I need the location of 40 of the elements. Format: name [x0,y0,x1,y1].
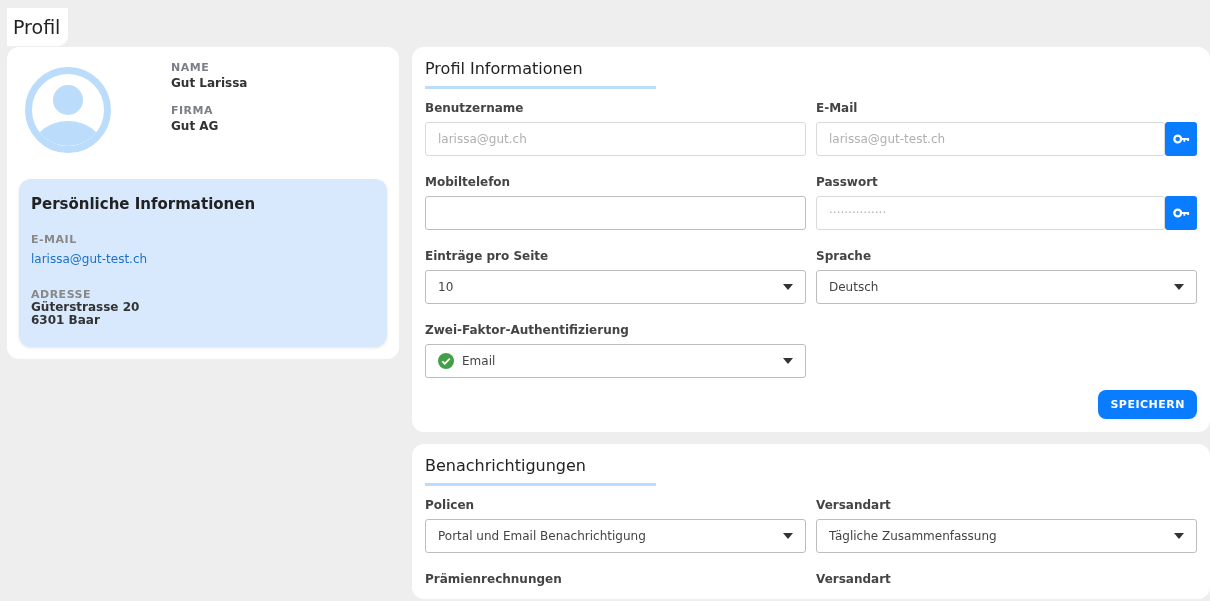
address-line: 6301 Baar [31,314,101,327]
page-title: Profil [13,16,61,38]
field-label: Versandart [816,572,892,586]
caret-icon [1174,284,1184,290]
select-field[interactable]: 10 [425,270,806,304]
avatar-icon [25,67,111,153]
select-field[interactable]: Deutsch [816,270,1197,304]
field-label: Versandart [816,498,892,512]
section-title: Benachrichtigungen [425,456,656,486]
select-field[interactable]: Portal und Email Benachrichtigung [425,519,806,553]
section-title: Profil Informationen [425,59,656,89]
field-label: Passwort [816,175,879,189]
name-label: NAME [171,61,211,74]
field-label: Mobiltelefon [425,175,512,189]
company-label: FIRMA [171,104,215,117]
field-label: Policen [425,498,476,512]
check-icon [438,353,454,369]
address-label: ADRESSE [31,288,92,301]
address-line: Güterstrasse 20 [31,301,141,314]
key-icon [1172,208,1190,218]
caret-icon [783,358,793,364]
field-label: E-Mail [816,101,859,115]
caret-icon [783,533,793,539]
key-icon [1172,134,1190,144]
panel-title: Persönliche Informationen [31,195,257,213]
name-value: Gut Larissa [171,76,248,90]
email-link[interactable]: larissa@gut-test.ch [31,252,375,266]
input-field[interactable] [425,196,806,230]
select-field[interactable]: Tägliche Zusammenfassung [816,519,1197,553]
field-label: Benutzername [425,101,525,115]
field-label: Einträge pro Seite [425,249,550,263]
save-button[interactable]: SPEICHERN [1098,390,1197,419]
company-value: Gut AG [171,119,220,133]
field-label: Zwei-Faktor-Authentifizierung [425,323,630,337]
caret-icon [783,284,793,290]
select-field[interactable]: Email [425,344,806,378]
field-label: Sprache [816,249,873,263]
field-label: Prämienrechnungen [425,572,563,586]
caret-icon [1174,533,1184,539]
email-label: E-MAIL [31,233,78,246]
